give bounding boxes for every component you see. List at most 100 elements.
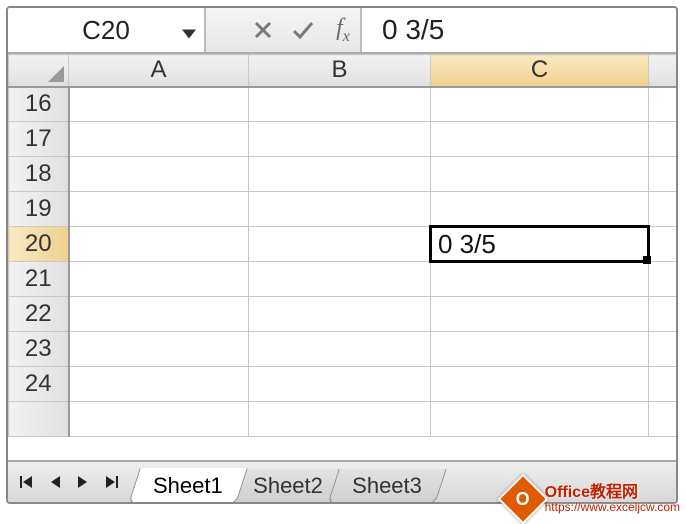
app-window: C20 fx 0 3/5	[6, 6, 678, 504]
row-header-19[interactable]: 19	[9, 192, 69, 227]
column-header-B[interactable]: B	[249, 55, 431, 87]
cell-A19[interactable]	[69, 192, 249, 227]
cell-C24[interactable]	[431, 367, 649, 402]
cell-D25[interactable]	[649, 402, 677, 437]
row-header-25[interactable]	[9, 402, 69, 437]
prev-icon	[49, 475, 61, 489]
cancel-button[interactable]	[250, 15, 276, 45]
tab-nav-last[interactable]	[98, 467, 124, 497]
row-18: 18	[9, 157, 677, 192]
row-24: 24	[9, 367, 677, 402]
cell-C21[interactable]	[431, 262, 649, 297]
row-header-23[interactable]: 23	[9, 332, 69, 367]
row-header-21[interactable]: 21	[9, 262, 69, 297]
cell-B25[interactable]	[249, 402, 431, 437]
cell-B22[interactable]	[249, 297, 431, 332]
cell-A21[interactable]	[69, 262, 249, 297]
cell-B24[interactable]	[249, 367, 431, 402]
select-all-corner[interactable]	[9, 55, 69, 87]
next-icon	[77, 475, 89, 489]
cell-D24[interactable]	[649, 367, 677, 402]
cell-D17[interactable]	[649, 122, 677, 157]
cell-C19[interactable]	[431, 192, 649, 227]
cell-C22[interactable]	[431, 297, 649, 332]
formula-value: 0 3/5	[382, 14, 444, 46]
watermark-line1: Office教程网	[545, 484, 680, 502]
tab-nav-first[interactable]	[14, 467, 40, 497]
name-box-dropdown[interactable]	[182, 15, 196, 46]
active-cell-value: 0 3/5	[438, 229, 496, 260]
cell-C20[interactable]: 0 3/5	[431, 227, 649, 262]
column-header-A[interactable]: A	[69, 55, 249, 87]
chevron-down-icon	[182, 30, 196, 39]
cell-B16[interactable]	[249, 87, 431, 122]
row-header-16[interactable]: 16	[9, 87, 69, 122]
cell-A23[interactable]	[69, 332, 249, 367]
formula-bar-buttons: fx	[232, 8, 360, 52]
column-header-C[interactable]: C	[431, 55, 649, 87]
row-23: 23	[9, 332, 677, 367]
sheet-tabs: Sheet1 Sheet2 Sheet3	[134, 464, 433, 504]
cell-A24[interactable]	[69, 367, 249, 402]
row-header-24[interactable]: 24	[9, 367, 69, 402]
first-icon	[20, 475, 34, 489]
active-cell-border: 0 3/5	[429, 225, 650, 263]
sheet-tab-1[interactable]: Sheet1	[128, 468, 247, 504]
row-header-22[interactable]: 22	[9, 297, 69, 332]
watermark-logo-letter: O	[516, 488, 530, 509]
cell-reference: C20	[82, 15, 130, 46]
cell-A18[interactable]	[69, 157, 249, 192]
enter-button[interactable]	[290, 15, 316, 45]
cell-B18[interactable]	[249, 157, 431, 192]
row-25	[9, 402, 677, 437]
watermark: O Office教程网 https://www.exceljcw.com	[505, 481, 680, 517]
tab-nav-next[interactable]	[70, 467, 96, 497]
cell-D16[interactable]	[649, 87, 677, 122]
row-header-20[interactable]: 20	[9, 227, 69, 262]
cell-C18[interactable]	[431, 157, 649, 192]
row-16: 16	[9, 87, 677, 122]
spreadsheet-grid[interactable]: A B C 16 17 18	[8, 54, 676, 460]
watermark-line2: https://www.exceljcw.com	[545, 501, 680, 514]
fx-icon: fx	[336, 15, 350, 46]
cell-C23[interactable]	[431, 332, 649, 367]
cell-C25[interactable]	[431, 402, 649, 437]
cell-C17[interactable]	[431, 122, 649, 157]
cell-A17[interactable]	[69, 122, 249, 157]
column-header-row: A B C	[9, 55, 677, 87]
cell-C16[interactable]	[431, 87, 649, 122]
cell-A16[interactable]	[69, 87, 249, 122]
sheet-tab-3[interactable]: Sheet3	[328, 469, 447, 504]
cell-B23[interactable]	[249, 332, 431, 367]
formula-bar: C20 fx 0 3/5	[8, 8, 676, 54]
cell-D18[interactable]	[649, 157, 677, 192]
cell-D19[interactable]	[649, 192, 677, 227]
tab-nav-prev[interactable]	[42, 467, 68, 497]
row-21: 21	[9, 262, 677, 297]
cell-D21[interactable]	[649, 262, 677, 297]
cell-A25[interactable]	[69, 402, 249, 437]
row-17: 17	[9, 122, 677, 157]
tab-nav-buttons	[8, 467, 130, 497]
row-20: 20 0 3/5	[9, 227, 677, 262]
cell-D23[interactable]	[649, 332, 677, 367]
cell-B21[interactable]	[249, 262, 431, 297]
cell-B17[interactable]	[249, 122, 431, 157]
check-icon	[292, 20, 314, 40]
cell-B20[interactable]	[249, 227, 431, 262]
insert-function-button[interactable]: fx	[330, 15, 356, 45]
cell-A20[interactable]	[69, 227, 249, 262]
row-19: 19	[9, 192, 677, 227]
cell-A22[interactable]	[69, 297, 249, 332]
cell-D22[interactable]	[649, 297, 677, 332]
name-box[interactable]: C20	[8, 8, 206, 52]
watermark-text: Office教程网 https://www.exceljcw.com	[545, 484, 680, 515]
cell-D20[interactable]	[649, 227, 677, 262]
row-22: 22	[9, 297, 677, 332]
watermark-logo: O	[497, 474, 548, 524]
formula-input[interactable]: 0 3/5	[360, 8, 676, 52]
column-header-D[interactable]	[649, 55, 677, 87]
row-header-18[interactable]: 18	[9, 157, 69, 192]
cell-B19[interactable]	[249, 192, 431, 227]
row-header-17[interactable]: 17	[9, 122, 69, 157]
